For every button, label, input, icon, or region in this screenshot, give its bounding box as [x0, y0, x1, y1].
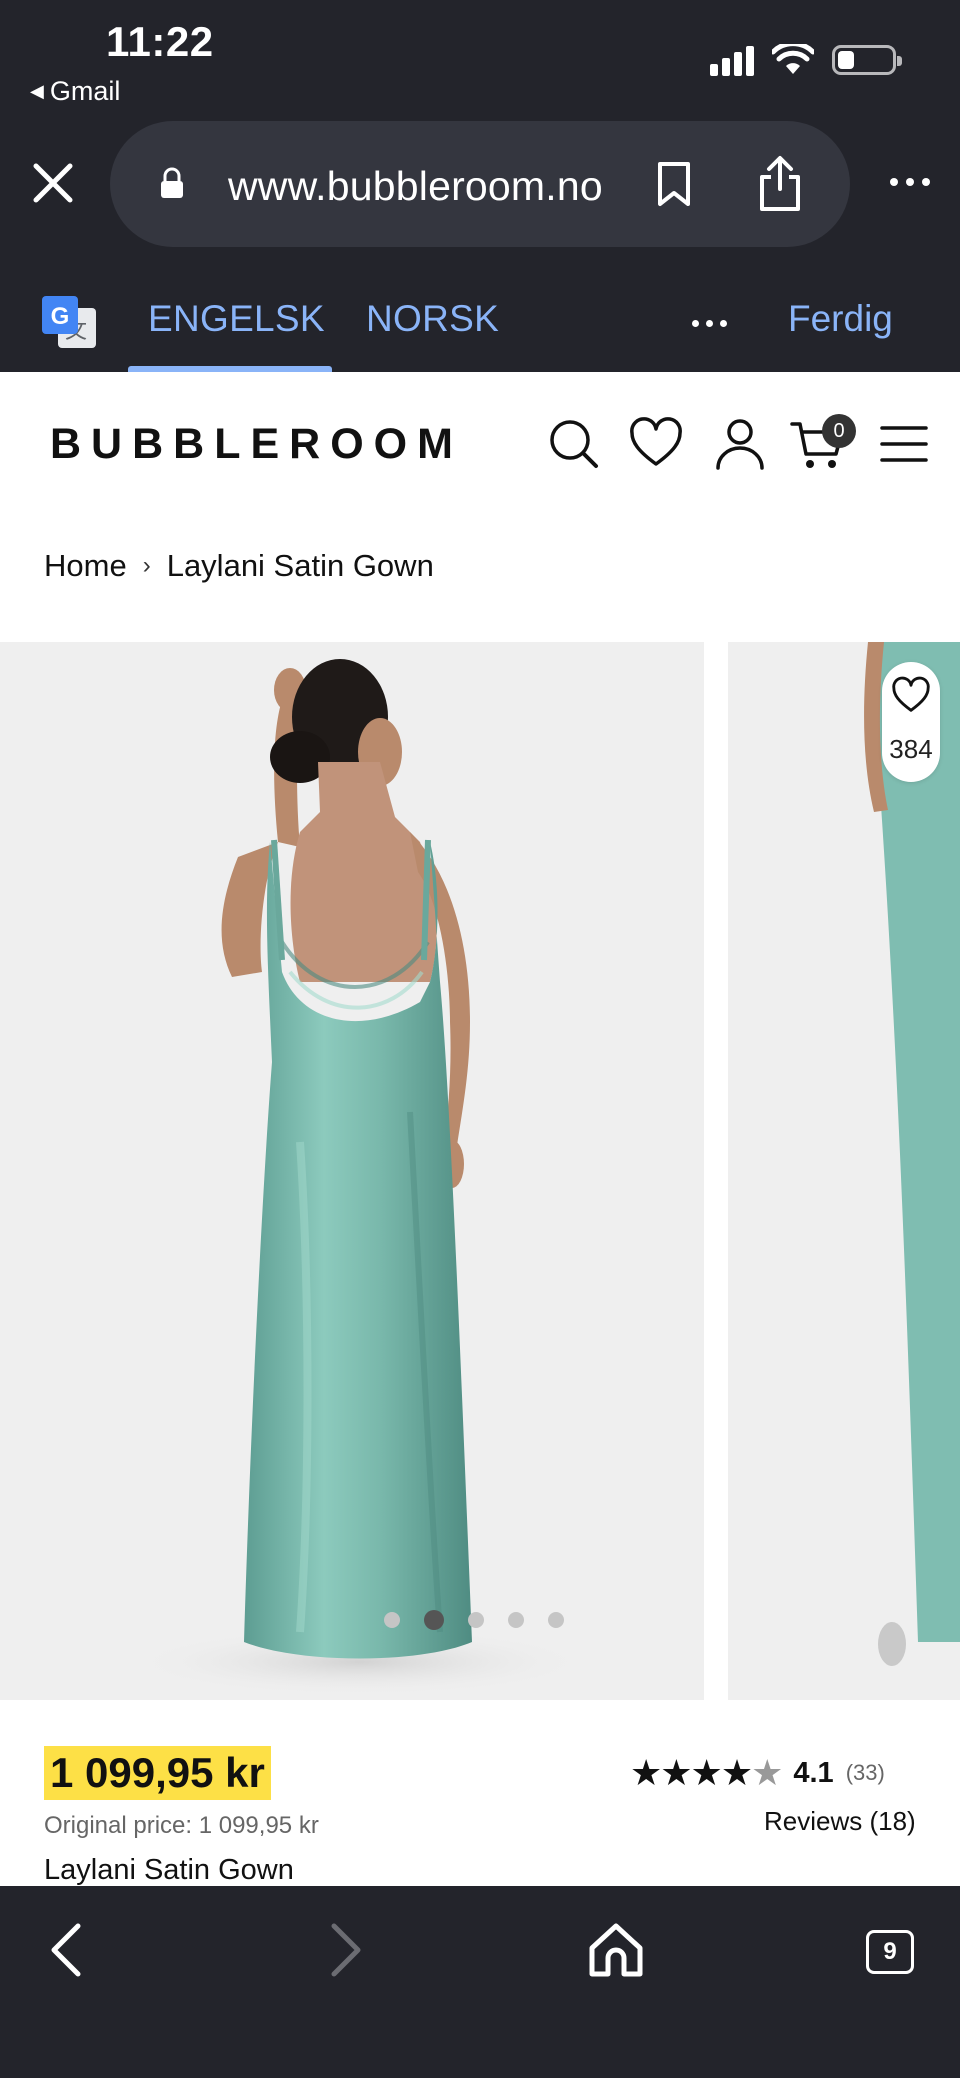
address-bar[interactable]: www.bubbleroom.no — [110, 121, 850, 247]
carousel-dot[interactable] — [508, 1612, 524, 1628]
menu-icon[interactable] — [876, 416, 932, 472]
rating-value: 4.1 — [793, 1756, 834, 1789]
wifi-icon — [772, 44, 814, 74]
original-price: Original price: 1 099,95 kr — [44, 1812, 319, 1839]
rating-stars-icon: ★★★★★ — [630, 1752, 783, 1793]
carousel-dots — [384, 1610, 564, 1630]
status-bar: 11:22 ◀ Gmail — [0, 0, 960, 118]
search-icon[interactable] — [546, 416, 602, 472]
wishlist-count: 384 — [889, 734, 933, 764]
svg-text:G: G — [51, 303, 70, 330]
more-icon[interactable] — [890, 178, 930, 186]
wishlist-heart-icon — [892, 676, 930, 712]
product-image-next[interactable] — [728, 642, 960, 1700]
tabs-icon[interactable]: 9 — [866, 1930, 914, 1974]
back-app-label: Gmail — [49, 76, 121, 106]
browser-url-row: www.bubbleroom.no — [0, 118, 960, 268]
breadcrumb-separator: › — [142, 552, 151, 579]
share-icon[interactable] — [756, 155, 804, 213]
product-rating[interactable]: ★★★★★ 4.1 (33) — [630, 1752, 885, 1794]
site-logo[interactable]: BUBBLEROOM — [50, 420, 463, 469]
status-icons — [710, 44, 902, 76]
product-price: 1 099,95 kr — [44, 1746, 271, 1800]
product-name: Laylani Satin Gown — [44, 1854, 294, 1886]
cellular-signal-icon — [710, 44, 754, 76]
lock-icon — [161, 167, 183, 198]
carousel-dot[interactable] — [548, 1612, 564, 1628]
translate-bar: 文 G ENGELSK NORSK Ferdig — [0, 268, 960, 372]
breadcrumb-home-link[interactable]: Home — [44, 548, 127, 584]
bookmark-icon[interactable] — [654, 161, 694, 207]
carousel-dot-active[interactable] — [424, 1610, 444, 1630]
breadcrumb-current: Laylani Satin Gown — [166, 548, 434, 583]
forward-icon[interactable] — [310, 1918, 374, 1982]
reviews-link[interactable]: Reviews (18) — [764, 1806, 916, 1837]
google-translate-icon: 文 G — [42, 296, 96, 348]
done-button[interactable]: Ferdig — [788, 298, 893, 340]
wishlist-toggle[interactable]: 384 — [882, 662, 940, 782]
carousel-dot[interactable] — [468, 1612, 484, 1628]
tab-source-language[interactable]: ENGELSK — [148, 298, 325, 340]
back-triangle-icon: ◀ — [30, 81, 44, 101]
breadcrumb: Home › Laylani Satin Gown — [44, 548, 434, 584]
carousel-dot[interactable] — [384, 1612, 400, 1628]
home-icon[interactable] — [584, 1918, 648, 1982]
cart-count-badge: 0 — [822, 414, 856, 448]
product-image-back-view[interactable] — [0, 642, 704, 1700]
account-icon[interactable] — [712, 416, 768, 472]
rating-count: (33) — [845, 1760, 885, 1785]
status-time: 11:22 — [106, 18, 214, 65]
tab-target-language[interactable]: NORSK — [366, 298, 499, 340]
back-to-app-link[interactable]: ◀ Gmail — [30, 76, 120, 107]
site-header: BUBBLEROOM 0 — [0, 372, 960, 522]
product-gallery[interactable]: 384 — [0, 642, 960, 1700]
battery-icon — [832, 45, 902, 75]
heart-icon[interactable] — [628, 416, 684, 472]
close-icon[interactable] — [28, 158, 78, 208]
url-text: www.bubbleroom.no — [228, 163, 603, 209]
back-icon[interactable] — [38, 1918, 102, 1982]
browser-bottom-toolbar: 9 — [0, 1886, 960, 2078]
translate-more-icon[interactable] — [692, 320, 727, 327]
